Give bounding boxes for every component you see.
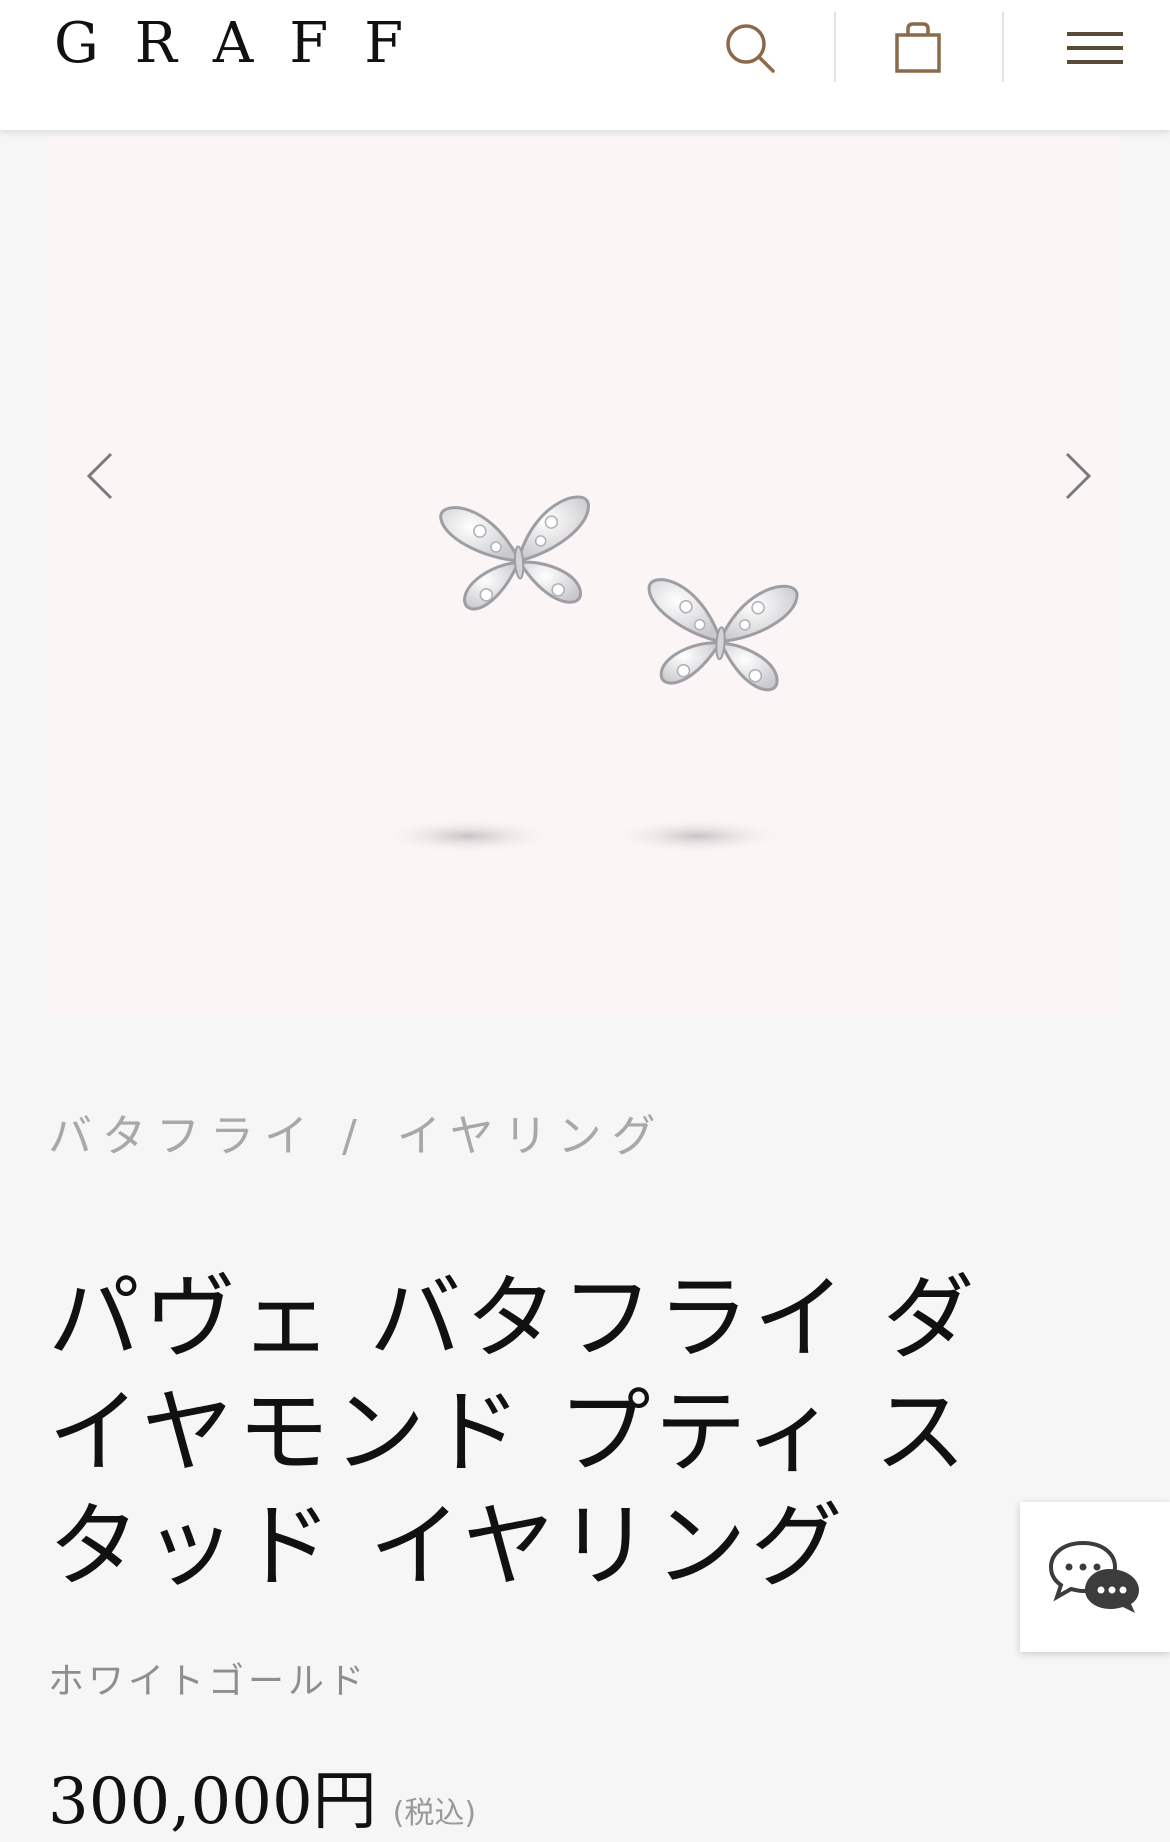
breadcrumb: バタフライ / イヤリング xyxy=(48,1100,666,1164)
product-title: パヴェ バタフライ ダイヤモンド プティ スタッド イヤリング xyxy=(48,1265,979,1600)
price-row: 300,000円 (税込) xyxy=(48,1750,476,1842)
header-divider xyxy=(834,12,836,82)
search-icon xyxy=(726,24,775,73)
breadcrumb-item-earrings[interactable]: イヤリング xyxy=(397,1111,666,1162)
product-gallery[interactable] xyxy=(48,136,1120,1016)
chat-button[interactable] xyxy=(1020,1502,1170,1652)
breadcrumb-item-butterfly[interactable]: バタフライ xyxy=(48,1111,318,1162)
shopping-bag-icon xyxy=(895,22,941,73)
bag-button[interactable] xyxy=(868,0,968,96)
gallery-prev-button[interactable] xyxy=(70,441,130,511)
chevron-right-icon xyxy=(1065,452,1092,500)
site-header: GRAFF xyxy=(0,0,1170,130)
chat-bubbles-icon xyxy=(1048,1540,1139,1613)
breadcrumb-separator: / xyxy=(342,1111,357,1162)
gallery-next-button[interactable] xyxy=(1048,441,1108,511)
menu-button[interactable] xyxy=(1040,0,1150,96)
product-material: ホワイトゴールド xyxy=(48,1661,369,1702)
product-image-butterfly-earrings xyxy=(378,495,799,854)
header-divider xyxy=(1002,12,1004,82)
hamburger-menu-icon xyxy=(1067,32,1123,64)
chevron-left-icon xyxy=(86,452,113,500)
product-price: 300,000円 xyxy=(48,1765,377,1839)
search-button[interactable] xyxy=(700,0,800,96)
graff-logo[interactable]: GRAFF xyxy=(54,12,439,76)
